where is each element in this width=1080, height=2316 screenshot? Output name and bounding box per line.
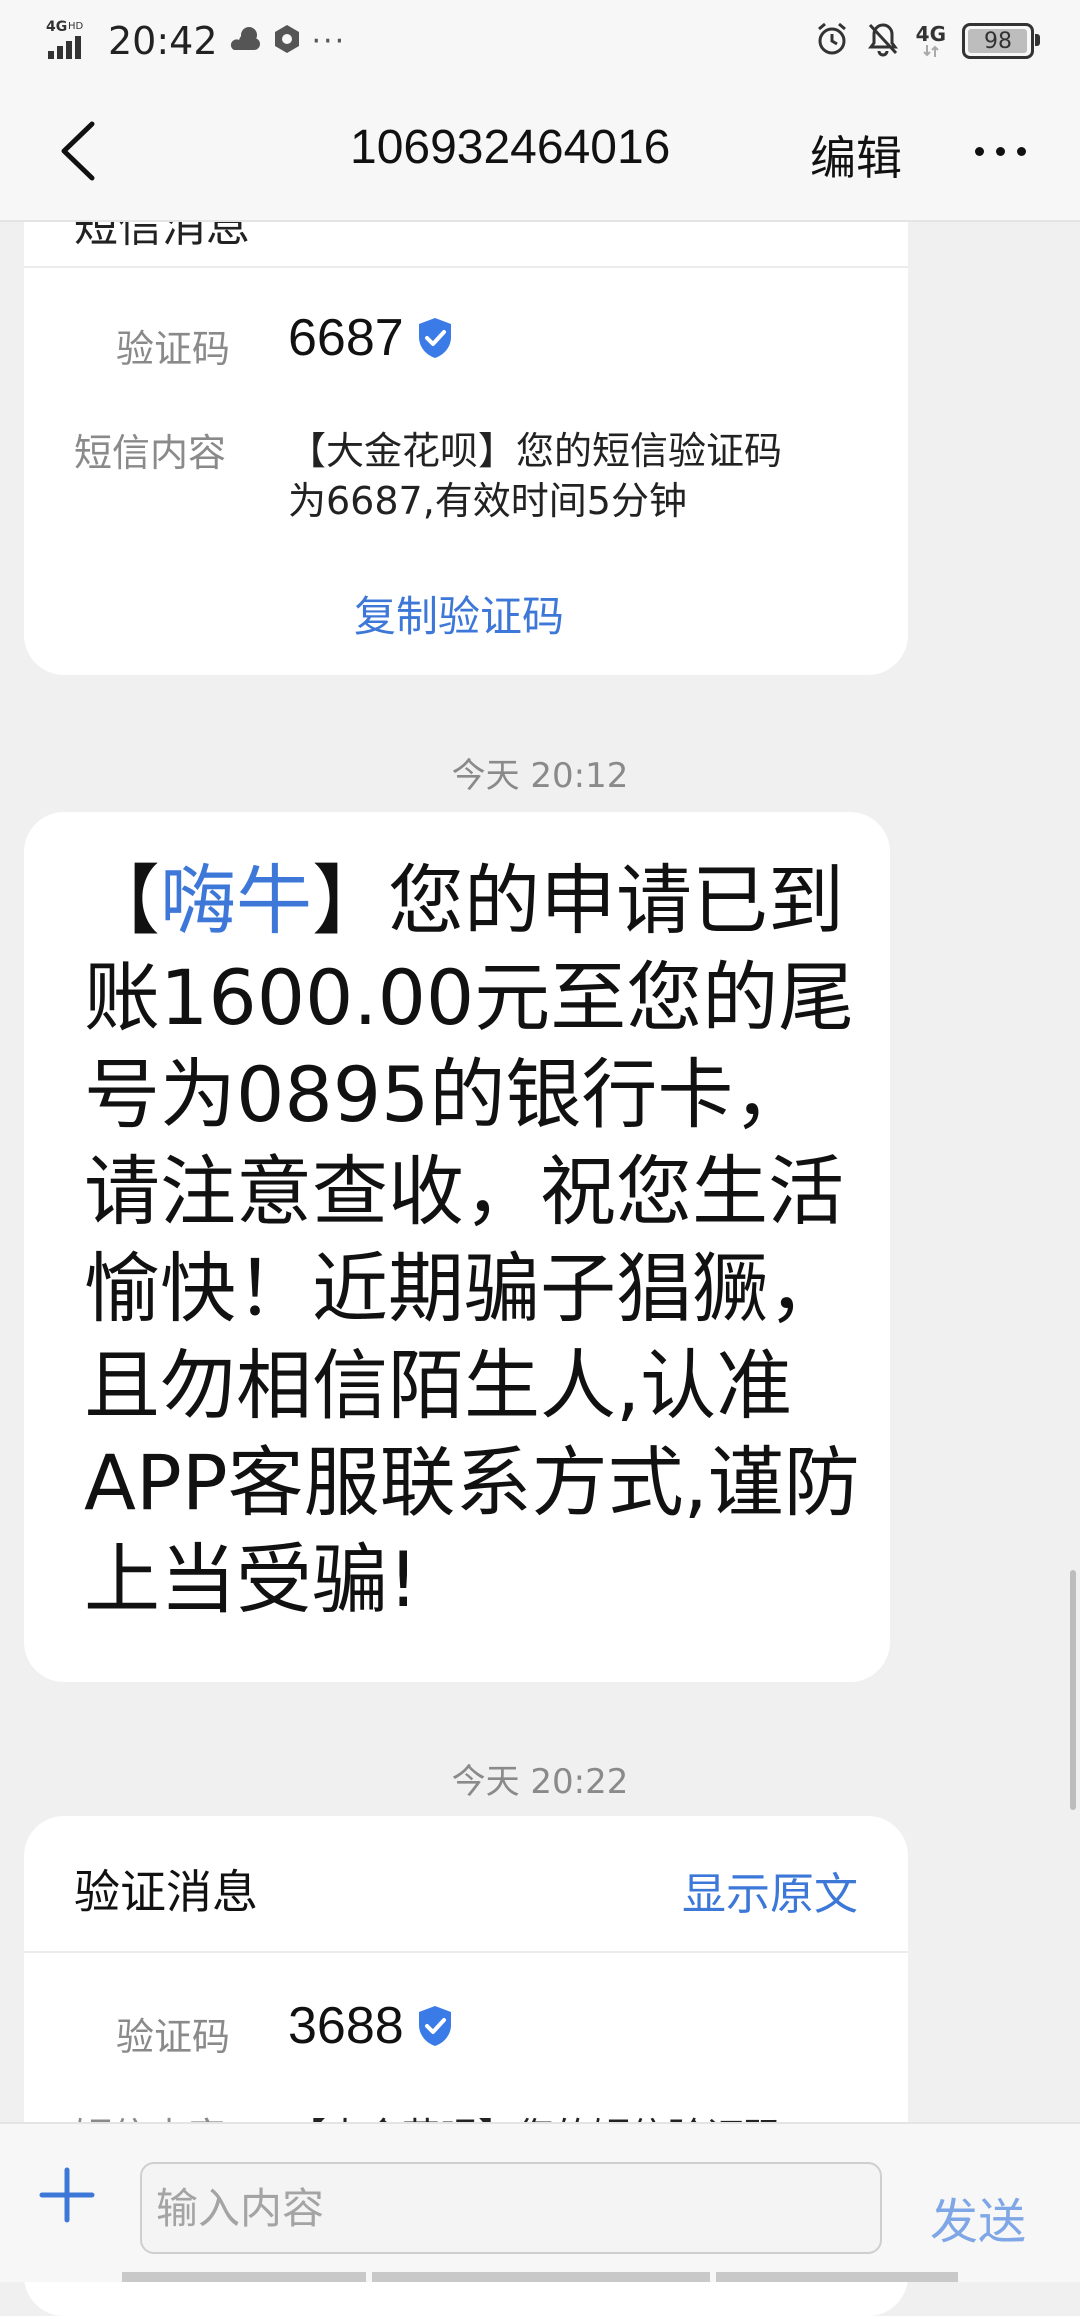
verified-icon	[418, 318, 451, 358]
content-line-1: 【大金花呗】您的短信验证码	[288, 429, 783, 473]
divider	[24, 1951, 908, 1953]
verification-card-1: 短信消息 验证码 6687 短信内容 【大金花呗】您的短信验证码 为6687,有…	[24, 150, 908, 675]
svg-text:4G: 4G	[46, 19, 67, 35]
message-input[interactable]	[140, 2162, 882, 2254]
add-attachment-button[interactable]	[36, 2164, 98, 2226]
gesture-bar	[372, 2272, 710, 2282]
message-timestamp: 今天 20:12	[451, 756, 629, 796]
weather-icon	[228, 24, 262, 58]
verification-code[interactable]: 6687	[288, 308, 458, 368]
message-line-3: 号为0895的银行卡，	[84, 1050, 810, 1139]
message-line-6: 且勿相信陌生人,认准	[84, 1341, 793, 1430]
battery-level: 98	[984, 28, 1012, 54]
message-line-1: 您的申请已到	[388, 856, 844, 945]
message-bubble[interactable]: 【嗨牛】您的申请已到 账1600.00元至您的尾 号为0895的银行卡， 请注意…	[24, 812, 890, 1682]
status-time: 20:42	[108, 19, 218, 63]
brand-name[interactable]: 嗨牛	[160, 856, 312, 945]
alarm-icon	[814, 21, 850, 61]
header-bar: 106932464016 编辑	[0, 80, 1080, 222]
content-label: 短信内容	[74, 431, 227, 475]
status-bar: 4G HD 20:42 ··· 4G 98	[0, 0, 1080, 80]
bracket-open: 【	[84, 856, 160, 945]
composer-bar: 发送	[0, 2122, 1080, 2282]
plus-icon	[39, 2167, 95, 2223]
message-line-4: 请注意查收，祝您生活	[84, 1147, 844, 1236]
show-original-button[interactable]: 显示原文	[682, 1858, 858, 1922]
content-line-2: 为6687,有效时间5分钟	[288, 479, 687, 523]
gesture-bar	[716, 2272, 958, 2282]
message-timestamp: 今天 20:22	[451, 1762, 629, 1802]
verification-code-value: 3688	[288, 1997, 404, 2055]
divider	[24, 266, 908, 268]
network-4g-icon: 4G	[916, 24, 946, 58]
more-options-icon[interactable]	[975, 136, 1035, 166]
battery-icon: 98	[962, 23, 1040, 59]
copy-code-button[interactable]: 复制验证码	[354, 583, 564, 644]
svg-text:HD: HD	[68, 21, 84, 32]
message-text: 【嗨牛】您的申请已到 账1600.00元至您的尾 号为0895的银行卡， 请注意…	[84, 852, 884, 1628]
more-notifications-icon: ···	[311, 23, 347, 59]
edit-button[interactable]: 编辑	[810, 122, 902, 188]
message-line-7: APP客服联系方式,谨防	[84, 1438, 860, 1527]
back-icon[interactable]	[50, 116, 110, 186]
message-line-2: 账1600.00元至您的尾	[84, 953, 855, 1042]
send-button[interactable]: 发送	[930, 2182, 1026, 2252]
verified-icon	[418, 2006, 451, 2046]
card-title: 验证消息	[74, 1865, 258, 1919]
app-notification-icon	[272, 23, 302, 59]
code-label: 验证码	[116, 327, 231, 371]
verification-code[interactable]: 3688	[288, 1996, 458, 2056]
contact-number-title[interactable]: 106932464016	[350, 120, 670, 175]
gesture-bar	[122, 2272, 366, 2282]
verification-code-value: 6687	[288, 309, 404, 367]
scrollbar[interactable]	[1070, 1570, 1076, 1810]
message-line-5: 愉快！近期骗子猖獗，	[84, 1244, 844, 1333]
signal-icon: 4G HD	[46, 17, 94, 65]
code-label: 验证码	[116, 2015, 231, 2059]
message-line-8: 上当受骗!	[84, 1535, 419, 1624]
mute-icon	[866, 21, 900, 61]
bracket-close: 】	[312, 856, 388, 945]
